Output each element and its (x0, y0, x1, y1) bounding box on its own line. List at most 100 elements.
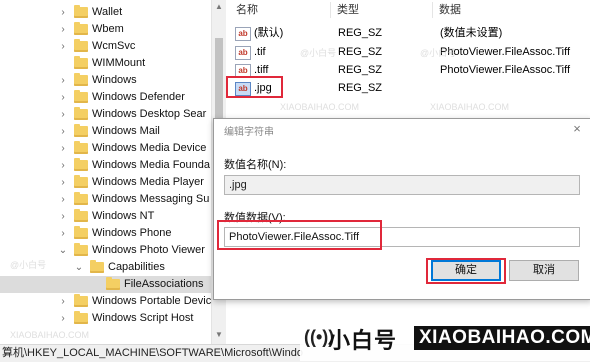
folder-icon (74, 226, 88, 239)
list-item[interactable]: ab (默认) REG_SZ (数值未设置) (226, 23, 590, 43)
folder-icon (74, 22, 88, 35)
tree-item[interactable]: WIMMount (0, 55, 211, 72)
folder-icon (74, 73, 88, 86)
ab-string-icon: ab (235, 46, 251, 60)
tree-item[interactable]: › Windows Portable Devic (0, 293, 211, 310)
brand-url: XIAOBAIHAO.COM (414, 326, 590, 350)
chevron-right-icon[interactable]: › (58, 21, 68, 38)
close-icon[interactable]: × (569, 121, 585, 137)
column-divider[interactable] (432, 2, 433, 18)
folder-icon (74, 192, 88, 205)
folder-icon (90, 260, 104, 273)
folder-icon (74, 175, 88, 188)
chevron-right-icon[interactable]: › (58, 123, 68, 140)
brand-watermark: ((•)) 小白号 XIAOBAIHAO.COM (300, 318, 590, 361)
chevron-right-icon[interactable]: › (58, 191, 68, 208)
folder-icon (74, 243, 88, 256)
tree-item-label: Windows Script Host (92, 312, 194, 324)
cancel-button[interactable]: 取消 (509, 260, 579, 281)
watermark: XIAOBAIHAO.COM (430, 102, 510, 112)
column-divider[interactable] (330, 2, 331, 18)
tree-item-label: WIMMount (92, 57, 146, 69)
ok-highlight-box (426, 258, 506, 284)
value-name-field: .jpg (224, 175, 580, 195)
tree-item[interactable]: › Windows Mail (0, 123, 211, 140)
value-name: .tif (254, 46, 266, 58)
tree-item[interactable]: ⌄ Windows Photo Viewer (0, 242, 211, 259)
chevron-right-icon[interactable]: › (58, 225, 68, 242)
chevron-right-icon[interactable]: › (58, 4, 68, 21)
tree-item-label: Windows Defender (92, 91, 185, 103)
tree-item-label: Capabilities (108, 261, 165, 273)
watermark: XIAOBAIHAO.COM (280, 102, 360, 112)
column-header-name[interactable]: 名称 (236, 0, 258, 20)
value-type: REG_SZ (338, 46, 383, 58)
folder-icon (106, 277, 120, 290)
folder-icon (74, 294, 88, 307)
chevron-down-icon[interactable]: ⌄ (58, 242, 68, 259)
tree-item[interactable]: › Windows Script Host (0, 310, 211, 327)
tree-item[interactable]: › WcmSvc (0, 38, 211, 55)
registry-tree[interactable]: › Wallet › Wbem › WcmSvc WIMMount › Windows › Wind… (0, 0, 211, 344)
dialog-titlebar[interactable]: 编辑字符串 × (214, 119, 590, 141)
folder-icon (74, 141, 88, 154)
brand-name: 小白号 (328, 328, 398, 353)
value-type: REG_SZ (338, 27, 383, 39)
folder-icon (74, 107, 88, 120)
tree-item-label: Wbem (92, 23, 124, 35)
folder-icon (74, 39, 88, 52)
tree-item[interactable]: › Wbem (0, 21, 211, 38)
tree-item-label: Windows Media Founda (92, 159, 211, 171)
jpg-highlight-box (226, 76, 283, 98)
chevron-right-icon[interactable]: › (58, 38, 68, 55)
value-data-highlight-box (217, 220, 382, 250)
chevron-right-icon[interactable]: › (58, 208, 68, 225)
chevron-right-icon[interactable]: › (58, 140, 68, 157)
chevron-right-icon[interactable]: › (58, 293, 68, 310)
column-header-data[interactable]: 数据 (439, 0, 461, 20)
folder-icon (74, 158, 88, 171)
chevron-right-icon[interactable]: › (58, 89, 68, 106)
edit-string-dialog: 编辑字符串 × 数值名称(N): .jpg 数值数据(V): PhotoView… (213, 118, 590, 300)
chevron-right-icon[interactable]: › (58, 310, 68, 327)
folder-icon (74, 90, 88, 103)
ab-string-icon: ab (235, 27, 251, 41)
watermark: @小白号 (300, 48, 337, 58)
watermark: XIAOBAIHAO.COM (10, 330, 90, 340)
tree-item-label: Windows Portable Devic (92, 295, 211, 307)
scroll-down-arrow-icon[interactable]: ▼ (212, 328, 226, 342)
tree-item-label: Windows NT (92, 210, 155, 222)
value-data: PhotoViewer.FileAssoc.Tiff (440, 46, 571, 58)
folder-icon (74, 209, 88, 222)
chevron-right-icon[interactable]: › (58, 106, 68, 123)
tree-item[interactable]: › Windows Desktop Sear (0, 106, 211, 123)
tree-item[interactable]: › Windows Media Player (0, 174, 211, 191)
tree-item[interactable]: › Windows Media Founda (0, 157, 211, 174)
value-name-label: 数值名称(N): (224, 159, 287, 171)
folder-icon (74, 124, 88, 137)
chevron-right-icon[interactable]: › (58, 72, 68, 89)
tree-item[interactable]: FileAssociations (0, 276, 211, 293)
tree-item[interactable]: › Windows Phone (0, 225, 211, 242)
tree-item[interactable]: › Windows Media Device (0, 140, 211, 157)
tree-item-label: Wallet (92, 6, 123, 18)
tree-item[interactable]: › Windows (0, 72, 211, 89)
dialog-title: 编辑字符串 (224, 127, 274, 138)
tree-item-label: WcmSvc (92, 40, 136, 52)
tree-item[interactable]: › Windows NT (0, 208, 211, 225)
tree-item-label: FileAssociations (124, 278, 204, 290)
scroll-up-arrow-icon[interactable]: ▲ (212, 0, 226, 14)
value-type: REG_SZ (338, 82, 383, 94)
tree-item[interactable]: › Windows Defender (0, 89, 211, 106)
list-item[interactable]: ab .tif REG_SZ PhotoViewer.FileAssoc.Tif… (226, 42, 590, 62)
tree-item-label: Windows Media Player (92, 176, 204, 188)
value-type: REG_SZ (338, 64, 383, 76)
chevron-right-icon[interactable]: › (58, 157, 68, 174)
tree-item[interactable]: › Wallet (0, 4, 211, 21)
watermark: @小白号 (420, 48, 457, 58)
tree-item[interactable]: › Windows Messaging Su (0, 191, 211, 208)
chevron-right-icon[interactable]: › (58, 174, 68, 191)
chevron-down-icon[interactable]: ⌄ (74, 259, 84, 276)
watermark: @小白号 (10, 260, 47, 270)
column-header-type[interactable]: 类型 (337, 0, 359, 20)
